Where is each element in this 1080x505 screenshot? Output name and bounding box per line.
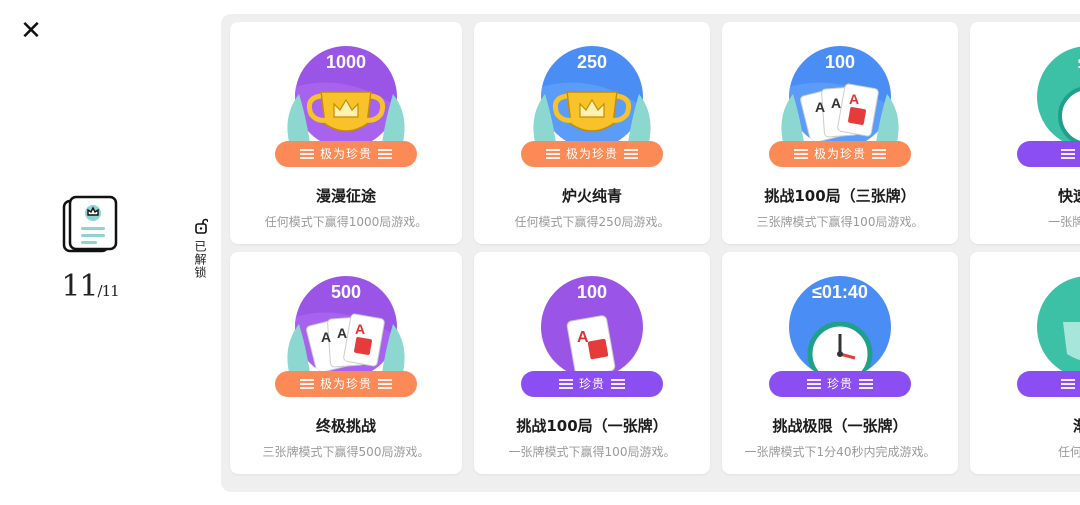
achievement-title: 快速通关 — [1057, 187, 1080, 205]
rarity-ribbon: 珍 — [1017, 141, 1080, 167]
achievement-card[interactable]: 1000 极为珍贵 漫漫征途 任何模式下赢得1000局游戏。 — [230, 22, 462, 244]
rarity-ribbon: 极为珍贵 — [275, 141, 417, 167]
clock-badge-icon: ≤01:40 — [789, 276, 891, 378]
achievement-card[interactable]: A A A 500 极为珍贵 终极挑战 三张牌模式下赢得500局游戏。 — [230, 252, 462, 474]
achievements-panel: 1000 极为珍贵 漫漫征途 任何模式下赢得1000局游戏。 250 极为珍贵 … — [221, 14, 1080, 492]
achievement-desc: 一张牌模式下2 — [1048, 215, 1080, 229]
achievement-desc: 一张牌模式下1分40秒内完成游戏。 — [744, 445, 936, 459]
svg-text:1000: 1000 — [326, 52, 366, 72]
cards-badge-icon: A A A 500 — [287, 276, 405, 380]
rarity-ribbon: 珍贵 — [521, 371, 663, 397]
achievement-card[interactable]: 5 珍 渐入 任何模式下 — [970, 252, 1080, 474]
svg-text:250: 250 — [577, 52, 607, 72]
svg-text:A: A — [321, 329, 331, 345]
trophy-badge-icon: 5 — [1037, 276, 1080, 378]
clock-badge-icon: ≤0 — [1037, 46, 1080, 148]
achievement-title: 终极挑战 — [315, 417, 376, 435]
achievement-title: 炉火纯青 — [561, 187, 622, 205]
unlocked-count: 11/11 — [61, 269, 119, 304]
achievement-desc: 任何模式下赢得250局游戏。 — [514, 215, 670, 229]
achievement-card[interactable]: ≤01:40 珍贵 挑战极限（一张牌） 一张牌模式下1分40秒内完成游戏。 — [722, 252, 958, 474]
svg-text:100: 100 — [825, 52, 855, 72]
achievement-title: 挑战100局（三张牌） — [764, 187, 916, 205]
trophy-badge-icon: 1000 — [287, 46, 405, 150]
rarity-ribbon: 珍贵 — [769, 371, 911, 397]
achievement-title: 渐入 — [970, 415, 1080, 436]
achievement-title: 漫漫征途 — [315, 187, 376, 205]
svg-text:A: A — [577, 329, 589, 346]
achievement-title: 挑战极限（一张牌） — [772, 417, 908, 435]
svg-text:≤01:40: ≤01:40 — [812, 282, 868, 302]
unlock-icon — [195, 218, 209, 234]
svg-text:A: A — [815, 99, 825, 115]
svg-text:100: 100 — [577, 282, 607, 302]
achievement-desc: 任何模式下赢得1000局游戏。 — [264, 215, 428, 229]
unlocked-label: 已解锁 — [193, 240, 207, 279]
cards-badge-icon: A A A 100 — [781, 46, 899, 150]
achievement-desc: 三张牌模式下赢得100局游戏。 — [756, 215, 924, 229]
achievement-book-icon — [62, 195, 118, 253]
svg-text:A: A — [831, 95, 841, 111]
achievement-card[interactable]: A 100 珍贵 挑战100局（一张牌） 一张牌模式下赢得100局游戏。 — [474, 252, 710, 474]
achievement-card[interactable]: A A A 100 极为珍贵 挑战100局（三张牌） 三张牌模式下赢得100局游… — [722, 22, 958, 244]
rarity-ribbon: 极为珍贵 — [769, 141, 911, 167]
achievement-title: 挑战100局（一张牌） — [516, 417, 668, 435]
svg-text:A: A — [337, 325, 347, 341]
svg-text:500: 500 — [331, 282, 361, 302]
filter-unlocked[interactable]: 已解锁 — [192, 218, 210, 279]
achievement-card[interactable]: 250 极为珍贵 炉火纯青 任何模式下赢得250局游戏。 — [474, 22, 710, 244]
trophy-badge-icon: 250 — [533, 46, 651, 150]
achievement-desc: 一张牌模式下赢得100局游戏。 — [508, 445, 676, 459]
achievement-card[interactable]: ≤0 珍 快速通关 一张牌模式下2 — [970, 22, 1080, 244]
rarity-ribbon: 极为珍贵 — [521, 141, 663, 167]
achievement-summary: 11/11 — [60, 195, 120, 304]
rarity-ribbon: 极为珍贵 — [275, 371, 417, 397]
card-badge-icon: A 100 — [541, 276, 643, 378]
svg-text:A: A — [849, 91, 859, 107]
achievement-desc: 三张牌模式下赢得500局游戏。 — [262, 445, 430, 459]
svg-text:A: A — [355, 321, 365, 337]
achievement-desc: 任何模式下 — [1057, 445, 1080, 459]
close-icon[interactable]: ✕ — [18, 18, 44, 44]
rarity-ribbon: 珍 — [1017, 371, 1080, 397]
